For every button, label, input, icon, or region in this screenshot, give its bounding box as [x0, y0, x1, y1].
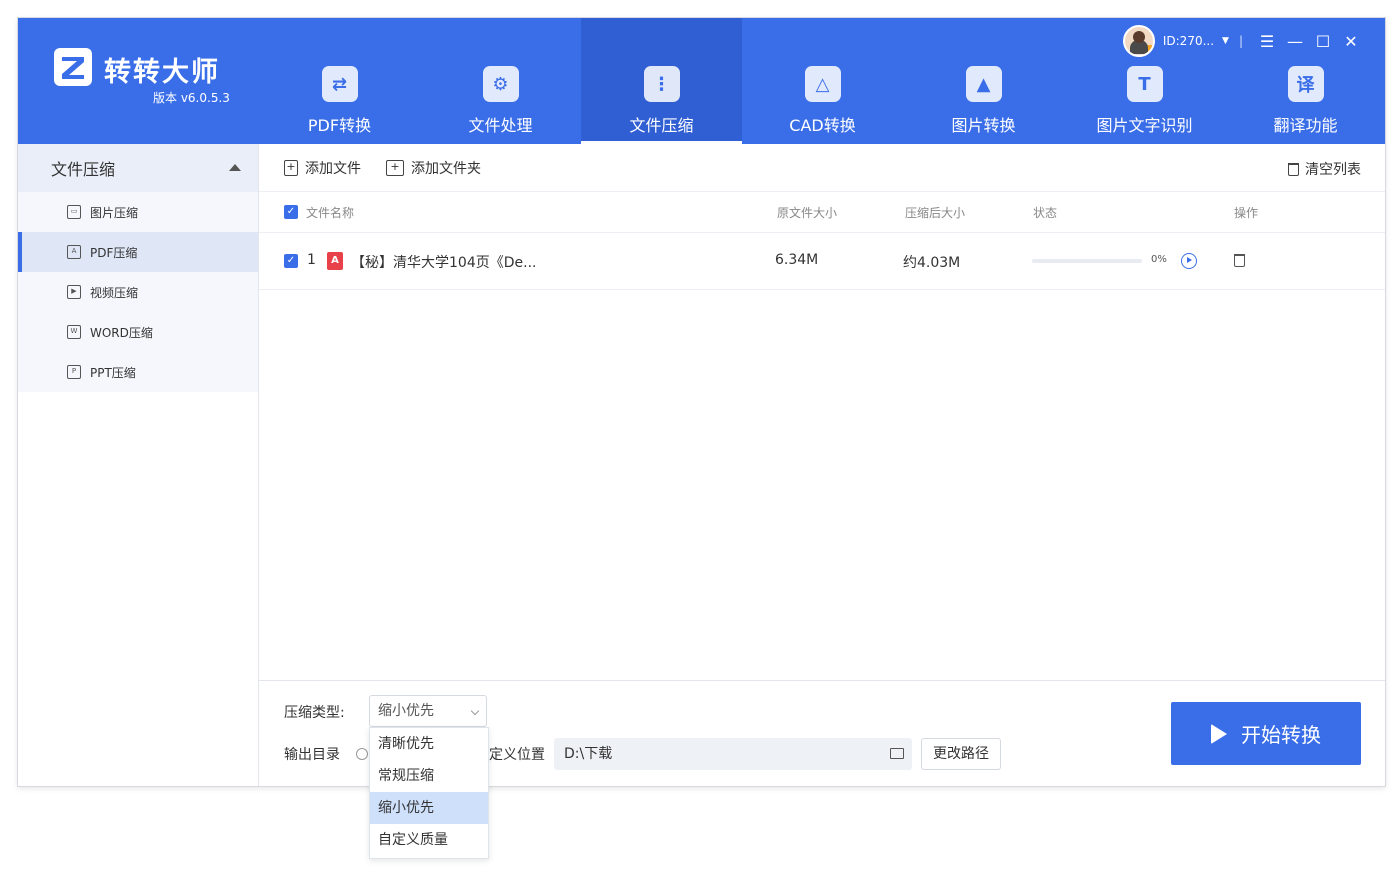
pdf-convert-icon: ⇄: [321, 66, 358, 102]
row-checkbox[interactable]: ✓: [284, 254, 298, 268]
tab-label: 文件压缩: [629, 116, 694, 135]
change-path-button[interactable]: 更改路径: [921, 738, 1001, 770]
translate-icon: 译: [1287, 66, 1324, 102]
sidebar-item-label: PDF压缩: [90, 245, 138, 260]
compressed-size: 约4.03M: [903, 255, 961, 271]
image-icon: ▲: [965, 66, 1002, 102]
delete-icon[interactable]: [1234, 254, 1245, 267]
trash-icon: [1288, 162, 1299, 176]
chevron-down-icon: [470, 706, 480, 716]
clear-list-button[interactable]: 清空列表: [1288, 159, 1361, 179]
word-file-icon: W: [67, 325, 81, 339]
tab-label: 文件处理: [468, 116, 533, 135]
main-panel: + 添加文件 + 添加文件夹 清空列表 ✓ 文件名称 原文件大小 压缩后大小 状…: [259, 144, 1385, 786]
ppt-file-icon: P: [67, 365, 81, 379]
sidebar-item-image-compress[interactable]: ▭ 图片压缩: [18, 192, 258, 232]
tab-label: 翻译功能: [1273, 116, 1338, 135]
tab-label: 图片转换: [951, 116, 1016, 135]
toolbar: + 添加文件 + 添加文件夹 清空列表: [259, 144, 1385, 192]
sidebar-item-label: PPT压缩: [90, 365, 136, 380]
app-name: 转转大师: [104, 57, 220, 88]
row-index: 1: [307, 252, 316, 268]
sidebar: 文件压缩 ▭ 图片压缩 A PDF压缩 ▶ 视频压缩 W WORD压缩 P PP: [18, 144, 259, 786]
sidebar-item-label: 图片压缩: [90, 205, 139, 220]
output-path: D:\下载: [564, 746, 613, 762]
file-process-icon: ⚙: [482, 66, 519, 102]
main-tabs: ⇄ PDF转换 ⚙ 文件处理 ⋮ 文件压缩 △ CAD转换 ▲ 图片转换 T 图…: [259, 18, 1386, 144]
original-size: 6.34M: [775, 252, 819, 268]
start-convert-label: 开始转换: [1241, 723, 1321, 747]
app-header: 转转大师 版本 v6.0.5.3 ID:270... ▼ | ☰ — ☐ ✕ ⇄…: [18, 18, 1385, 144]
add-folder-icon: +: [386, 159, 404, 176]
sidebar-header[interactable]: 文件压缩: [18, 144, 258, 192]
app-window: 转转大师 版本 v6.0.5.3 ID:270... ▼ | ☰ — ☐ ✕ ⇄…: [18, 18, 1385, 786]
dropdown-option-selected[interactable]: 缩小优先: [370, 792, 488, 824]
video-icon: ▶: [67, 285, 81, 299]
sidebar-item-pdf-compress[interactable]: A PDF压缩: [18, 232, 258, 272]
ocr-icon: T: [1126, 66, 1163, 102]
folder-icon[interactable]: [890, 748, 904, 759]
col-header-status: 状态: [1033, 205, 1058, 220]
progress-text: 0%: [1151, 254, 1167, 265]
col-header-original-size: 原文件大小: [777, 205, 838, 220]
dropdown-option[interactable]: 常规压缩: [370, 760, 488, 792]
sidebar-item-label: WORD压缩: [90, 325, 153, 340]
dropdown-option[interactable]: 自定义质量: [370, 824, 488, 856]
cad-icon: △: [804, 66, 841, 102]
pdf-file-icon: A: [67, 245, 81, 259]
zip-icon: ⋮: [643, 66, 680, 102]
compress-type-select[interactable]: 缩小优先: [369, 695, 487, 727]
app-version: 版本 v6.0.5.3: [153, 91, 230, 105]
compress-type-label: 压缩类型:: [284, 705, 345, 721]
progress-bar: [1032, 259, 1142, 263]
tab-label: PDF转换: [307, 116, 372, 135]
table-row[interactable]: ✓ 1 A 【秘】清华大学104页《De... 6.34M 约4.03M 0%: [259, 233, 1385, 290]
pdf-file-icon: A: [327, 252, 343, 270]
compress-type-value: 缩小优先: [378, 703, 434, 719]
file-name: 【秘】清华大学104页《De...: [351, 255, 537, 271]
sidebar-list: ▭ 图片压缩 A PDF压缩 ▶ 视频压缩 W WORD压缩 P PPT压缩: [18, 192, 258, 392]
tab-label: CAD转换: [789, 116, 856, 135]
add-folder-label: 添加文件夹: [411, 160, 481, 177]
play-icon: [1211, 723, 1227, 744]
sidebar-header-label: 文件压缩: [51, 160, 116, 179]
sidebar-item-word-compress[interactable]: W WORD压缩: [18, 312, 258, 352]
tab-file-compress[interactable]: ⋮ 文件压缩: [581, 18, 742, 144]
output-path-field[interactable]: D:\下载: [554, 738, 912, 770]
tab-cad-convert[interactable]: △ CAD转换: [742, 18, 903, 144]
image-icon: ▭: [67, 205, 81, 219]
sidebar-item-ppt-compress[interactable]: P PPT压缩: [18, 352, 258, 392]
select-all-checkbox[interactable]: ✓: [284, 205, 298, 219]
tab-file-process[interactable]: ⚙ 文件处理: [420, 18, 581, 144]
app-logo-icon: [54, 48, 92, 86]
clear-list-label: 清空列表: [1305, 162, 1361, 178]
start-convert-button[interactable]: 开始转换: [1171, 702, 1361, 765]
output-dir-label: 输出目录: [284, 747, 340, 763]
tab-image-convert[interactable]: ▲ 图片转换: [903, 18, 1064, 144]
custom-location-label: 定义位置: [489, 747, 545, 763]
add-file-label: 添加文件: [305, 160, 361, 177]
compress-type-dropdown: 清晰优先 常规压缩 缩小优先 自定义质量: [369, 727, 489, 859]
sidebar-item-label: 视频压缩: [90, 285, 139, 300]
add-folder-button[interactable]: + 添加文件夹: [386, 158, 481, 178]
tab-pdf-convert[interactable]: ⇄ PDF转换: [259, 18, 420, 144]
dropdown-option[interactable]: 清晰优先: [370, 728, 488, 760]
col-header-name: 文件名称: [306, 205, 355, 220]
col-header-compressed-size: 压缩后大小: [905, 205, 966, 220]
add-file-icon: +: [284, 159, 298, 176]
sidebar-item-video-compress[interactable]: ▶ 视频压缩: [18, 272, 258, 312]
play-icon[interactable]: [1181, 253, 1197, 269]
tab-translate[interactable]: 译 翻译功能: [1225, 18, 1386, 144]
output-radio[interactable]: [356, 748, 368, 760]
add-file-button[interactable]: + 添加文件: [284, 158, 361, 178]
col-header-action: 操作: [1234, 205, 1259, 220]
collapse-arrow-icon: [229, 164, 241, 171]
tab-label: 图片文字识别: [1096, 116, 1193, 135]
table-header: ✓ 文件名称 原文件大小 压缩后大小 状态 操作: [259, 192, 1385, 233]
